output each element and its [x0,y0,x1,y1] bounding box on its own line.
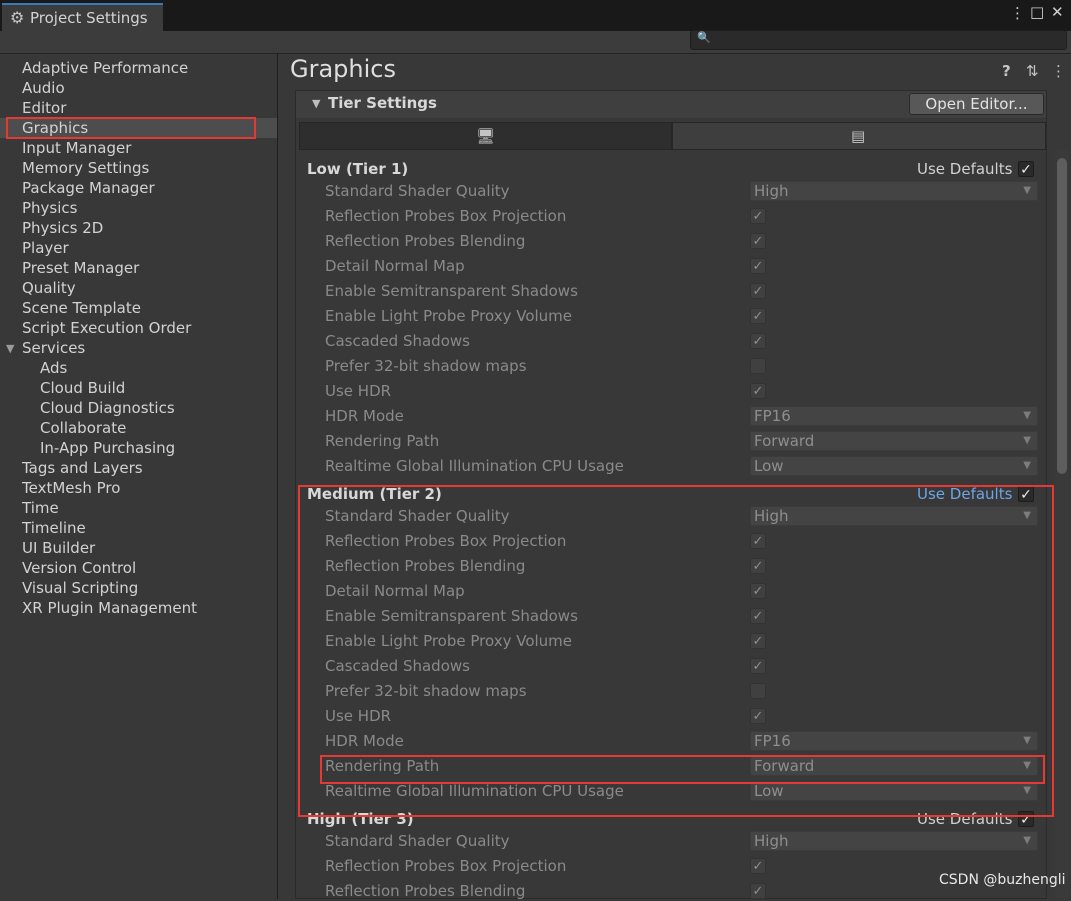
use-defaults-checkbox[interactable]: ✓ [1018,161,1034,178]
sidebar-item-adaptive-performance[interactable]: Adaptive Performance [22,58,188,78]
server-rack-icon: ▤ [851,127,866,145]
property-dropdown[interactable]: Low ▼ [750,456,1038,476]
project-settings-tab[interactable]: ⚙ Project Settings [2,3,163,31]
sidebar-item-package-manager[interactable]: Package Manager [22,178,155,198]
sidebar-item-physics[interactable]: Physics [22,198,77,218]
scrollbar-thumb[interactable] [1057,158,1067,474]
sidebar-item-timeline[interactable]: Timeline [22,518,86,538]
property-checkbox[interactable]: ✓ [750,883,766,899]
chevron-down-icon: ▼ [1023,185,1031,196]
section-title: Tier Settings [328,94,437,112]
sidebar-item-physics-2d[interactable]: Physics 2D [22,218,103,238]
sidebar-item-memory-settings[interactable]: Memory Settings [22,158,149,178]
property-checkbox[interactable]: ✓ [750,208,766,224]
services-expand-icon[interactable]: ▼ [6,342,14,355]
dropdown-value: FP16 [754,407,791,425]
search-input[interactable]: 🔍 [690,30,1067,50]
chevron-down-icon: ▼ [1023,460,1031,471]
sidebar-item-collaborate[interactable]: Collaborate [40,418,126,438]
property-checkbox[interactable] [750,358,766,374]
use-defaults-label: Use Defaults [917,160,1013,178]
sidebar-item-cloud-diagnostics[interactable]: Cloud Diagnostics [40,398,175,418]
monitor-icon: 🖥 [476,127,496,145]
property-label: Enable Light Probe Proxy Volume [325,307,573,325]
property-dropdown[interactable]: High ▼ [750,831,1038,851]
property-label: Standard Shader Quality [325,182,510,200]
tab-title: Project Settings [30,9,148,27]
annotation-box-rendering-path [320,755,1045,784]
sidebar-item-in-app-purchasing[interactable]: In-App Purchasing [40,438,175,458]
sidebar-item-tags-and-layers[interactable]: Tags and Layers [22,458,143,478]
tier-title: Low (Tier 1) [307,160,409,178]
preset-icon[interactable]: ⇅ [1026,62,1039,80]
sidebar-item-ui-builder[interactable]: UI Builder [22,538,95,558]
property-dropdown[interactable]: FP16 ▼ [750,406,1038,426]
sidebar-item-audio[interactable]: Audio [22,78,65,98]
property-checkbox[interactable]: ✓ [750,283,766,299]
sidebar-item-scene-template[interactable]: Scene Template [22,298,141,318]
watermark: CSDN @buzhengli [939,872,1066,888]
property-label: Realtime Global Illumination CPU Usage [325,457,624,475]
property-label: Reflection Probes Blending [325,232,526,250]
property-dropdown[interactable]: Forward ▼ [750,431,1038,451]
sidebar-item-quality[interactable]: Quality [22,278,76,298]
sidebar-item-script-execution-order[interactable]: Script Execution Order [22,318,191,338]
property-checkbox[interactable]: ✓ [750,383,766,399]
chevron-down-icon: ▼ [1023,835,1031,846]
tab-standalone[interactable]: 🖥 [299,122,672,150]
property-checkbox[interactable]: ✓ [750,858,766,874]
property-label: Enable Semitransparent Shadows [325,282,578,300]
property-label: Use HDR [325,382,392,400]
foldout-arrow-icon[interactable]: ▼ [312,97,320,110]
page-title: Graphics [290,55,396,83]
sidebar-item-time[interactable]: Time [22,498,59,518]
sidebar-item-textmesh-pro[interactable]: TextMesh Pro [22,478,120,498]
chevron-down-icon: ▼ [1023,410,1031,421]
more-options-icon[interactable]: ⋮ [1051,62,1066,80]
property-label: Rendering Path [325,432,440,450]
annotation-box-graphics [6,117,256,139]
property-label: Standard Shader Quality [325,832,510,850]
sidebar-item-ads[interactable]: Ads [40,358,67,378]
sidebar-item-cloud-build[interactable]: Cloud Build [40,378,125,398]
dropdown-value: Forward [754,432,815,450]
window-menu-icon[interactable]: ⋮ [1010,4,1025,22]
property-label: Reflection Probes Blending [325,882,526,900]
sidebar-item-player[interactable]: Player [22,238,69,258]
sidebar-item-services[interactable]: Services [22,338,85,358]
search-icon: 🔍 [697,31,711,44]
sidebar-item-preset-manager[interactable]: Preset Manager [22,258,139,278]
close-icon[interactable]: ✕ [1051,3,1064,21]
property-label: Cascaded Shadows [325,332,470,350]
dropdown-value: Low [754,457,784,475]
dropdown-value: High [754,182,789,200]
chevron-down-icon: ▼ [1023,435,1031,446]
sidebar-item-version-control[interactable]: Version Control [22,558,136,578]
sidebar-item-xr-plugin-management[interactable]: XR Plugin Management [22,598,197,618]
property-label: Reflection Probes Box Projection [325,857,567,875]
property-dropdown[interactable]: High ▼ [750,181,1038,201]
help-icon[interactable]: ? [1002,62,1011,80]
property-checkbox[interactable]: ✓ [750,308,766,324]
sidebar-item-input-manager[interactable]: Input Manager [22,138,131,158]
tab-mobile[interactable]: ▤ [672,122,1046,150]
property-checkbox[interactable]: ✓ [750,258,766,274]
property-label: Prefer 32-bit shadow maps [325,357,527,375]
property-label: HDR Mode [325,407,404,425]
sidebar-item-visual-scripting[interactable]: Visual Scripting [22,578,138,598]
gear-icon: ⚙ [10,8,25,27]
property-label: Detail Normal Map [325,257,465,275]
maximize-icon[interactable]: □ [1030,3,1044,21]
property-label: Reflection Probes Box Projection [325,207,567,225]
property-checkbox[interactable]: ✓ [750,333,766,349]
open-editor-button[interactable]: Open Editor... [909,93,1044,115]
dropdown-value: High [754,832,789,850]
property-checkbox[interactable]: ✓ [750,233,766,249]
sidebar-item-editor[interactable]: Editor [22,98,66,118]
